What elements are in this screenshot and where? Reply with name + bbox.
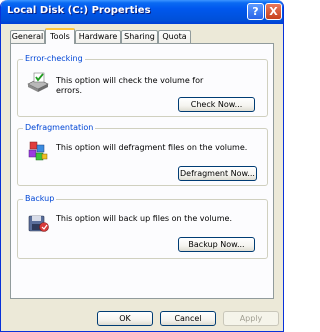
- backup-title: Backup: [23, 194, 57, 203]
- defragment-now-button[interactable]: Defragment Now...: [178, 166, 257, 181]
- defragment-icon: [28, 141, 48, 161]
- help-button[interactable]: ?: [247, 3, 264, 20]
- backup-group: Backup This option will back up files on…: [17, 194, 268, 259]
- backup-icon: [28, 215, 49, 232]
- tab-sharing[interactable]: Sharing: [121, 30, 158, 43]
- check-now-button[interactable]: Check Now...: [178, 97, 255, 112]
- error-checking-text-1: This option will check the volume for: [56, 76, 204, 85]
- backup-text: This option will back up files on the vo…: [56, 214, 232, 223]
- defragmentation-title: Defragmentation: [23, 123, 96, 132]
- tab-tools[interactable]: Tools: [45, 28, 75, 44]
- backup-now-button[interactable]: Backup Now...: [178, 237, 255, 252]
- tab-hardware[interactable]: Hardware: [75, 30, 121, 43]
- properties-dialog: Local Disk (C:) Properties ? X General T…: [0, 0, 284, 332]
- title-bar[interactable]: Local Disk (C:) Properties ? X: [1, 0, 283, 24]
- apply-button[interactable]: Apply: [223, 311, 279, 326]
- window-title: Local Disk (C:) Properties: [7, 5, 151, 16]
- tab-quota[interactable]: Quota: [158, 30, 191, 43]
- tools-panel: Error-checking This option will check th…: [10, 43, 274, 299]
- error-checking-text-2: errors.: [56, 86, 83, 95]
- error-checking-group: Error-checking This option will check th…: [17, 54, 268, 117]
- cancel-button[interactable]: Cancel: [160, 311, 216, 326]
- tab-general[interactable]: General: [10, 30, 45, 43]
- disk-check-icon: [27, 72, 49, 92]
- defragmentation-group: Defragmentation This option will defragm…: [17, 123, 268, 186]
- error-checking-title: Error-checking: [23, 54, 85, 63]
- close-button[interactable]: X: [265, 3, 282, 20]
- defragmentation-text: This option will defragment files on the…: [56, 143, 248, 152]
- ok-button[interactable]: OK: [97, 311, 153, 326]
